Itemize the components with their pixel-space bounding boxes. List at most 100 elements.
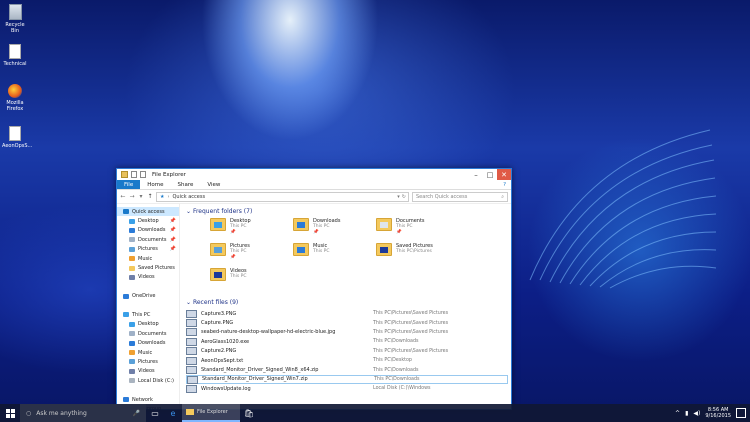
frequent-folder-item[interactable]: Documents This PC 📌	[376, 218, 425, 236]
file-name: Capture2.PNG	[201, 348, 237, 355]
refresh-icon[interactable]: ↻	[402, 194, 406, 200]
wallpaper-shell-decoration	[529, 129, 717, 289]
desktop-icon-label: Technical	[3, 61, 27, 67]
tab-view[interactable]: View	[200, 180, 227, 189]
content-pane: ⌄ Frequent folders (7) Desktop This PC 📌 Do…	[118, 204, 511, 409]
frequent-folder-item[interactable]: Desktop This PC 📌	[210, 218, 251, 236]
maximize-button[interactable]: □	[483, 169, 497, 180]
help-button[interactable]: ?	[498, 180, 511, 189]
file-name: Capture3.PNG	[201, 310, 237, 317]
recent-file-row[interactable]: Capture.PNG This PC\Pictures\Saved Pictur…	[186, 318, 508, 328]
minimize-button[interactable]: –	[469, 169, 483, 180]
file-name: Capture.PNG	[201, 320, 234, 327]
desktop-icon-label: AeonOpsS...	[2, 143, 33, 149]
desktop-icon-technical[interactable]: Technical	[2, 44, 28, 67]
folder-location: This PC\Pictures	[396, 249, 432, 254]
quick-access-toolbar	[117, 171, 146, 178]
recent-locations-icon[interactable]: ▾	[138, 193, 144, 200]
action-center-icon[interactable]	[736, 408, 746, 418]
recent-file-row[interactable]: seabed-nature-desktop-wallpaper-hd-elect…	[186, 328, 508, 337]
file-explorer-window[interactable]: File Explorer – □ ✕ File Home Share View…	[116, 168, 512, 412]
desktop-icon-recycle-bin[interactable]: Recycle Bin	[2, 4, 28, 34]
frequent-folders-header[interactable]: ⌄ Frequent folders (7)	[186, 208, 252, 215]
desktop-icon-label: Recycle Bin	[5, 22, 25, 34]
firefox-icon	[8, 84, 22, 98]
pin-icon: 📌	[313, 230, 319, 235]
tab-file[interactable]: File	[117, 180, 141, 189]
taskbar-app-label: File Explorer	[197, 409, 228, 415]
cortana-search-box[interactable]: ○ Ask me anything 🎤	[20, 404, 146, 422]
address-dropdown-icon[interactable]: ▾	[397, 194, 400, 200]
folder-location: This PC	[313, 249, 330, 254]
tab-home[interactable]: Home	[140, 180, 170, 189]
address-location: Quick access	[172, 193, 206, 200]
frequent-folder-item[interactable]: Pictures This PC 📌	[210, 243, 250, 261]
document-icon	[9, 126, 21, 141]
properties-icon[interactable]	[131, 171, 137, 178]
desktop-icon-firefox[interactable]: Mozilla Firefox	[2, 84, 28, 112]
recent-file-row[interactable]: Standard_Monitor_Driver_Signed_Win7.zip T…	[186, 374, 508, 385]
folder-icon	[293, 218, 309, 231]
recent-file-row[interactable]: Capture2.PNG This PC\Pictures\Saved Pictu…	[186, 347, 508, 356]
search-box[interactable]: Search Quick access ⌕	[412, 191, 508, 202]
address-separator-icon: ›	[167, 193, 170, 200]
frequent-folder-item[interactable]: Saved Pictures This PC\Pictures	[376, 243, 433, 256]
start-button[interactable]	[0, 404, 20, 422]
back-arrow-icon[interactable]: ←	[120, 193, 126, 200]
recent-file-row[interactable]: WindowsUpdate.log Local Disk (C:)\Windows	[186, 384, 508, 393]
folder-location: This PC	[230, 274, 247, 279]
system-tray: ^ ▮ ◀) 8:56 AM 9/16/2015	[675, 407, 750, 419]
search-icon: ⌕	[501, 193, 504, 200]
recent-file-row[interactable]: AeonOpsSept.txt This PC\Desktop	[186, 356, 508, 365]
file-name: WindowsUpdate.log	[201, 385, 251, 392]
file-icon	[186, 347, 197, 356]
forward-arrow-icon[interactable]: →	[129, 193, 135, 200]
tab-share[interactable]: Share	[170, 180, 200, 189]
folder-icon	[186, 409, 194, 415]
taskbar-file-explorer[interactable]: File Explorer	[182, 404, 240, 422]
clock[interactable]: 8:56 AM 9/16/2015	[705, 407, 731, 419]
file-path: This PC\Pictures\Saved Pictures	[373, 311, 449, 317]
file-icon	[186, 319, 197, 328]
desktop-icon-label: Mozilla Firefox	[6, 100, 24, 112]
file-path: This PC\Pictures\Saved Pictures	[373, 329, 449, 335]
volume-icon[interactable]: ◀)	[693, 410, 700, 417]
store-icon[interactable]: 🛍	[240, 404, 258, 422]
recent-files-header[interactable]: ⌄ Recent files (9)	[186, 299, 238, 306]
file-name: AeonOpsSept.txt	[201, 357, 244, 364]
file-icon	[186, 328, 197, 337]
file-icon	[186, 384, 197, 393]
ribbon-tabs: File Home Share View ?	[117, 180, 511, 190]
file-name: Standard_Monitor_Driver_Signed_Win8_x64.…	[201, 367, 319, 374]
address-bar[interactable]: ★ › Quick access ▾ ↻	[156, 191, 409, 202]
edge-icon[interactable]: e	[164, 404, 182, 422]
pin-icon: 📌	[230, 255, 236, 260]
recent-file-row[interactable]: AeroGlass1020.exe This PC\Downloads	[186, 337, 508, 346]
file-name: AeroGlass1020.exe	[201, 338, 250, 345]
recent-file-row[interactable]: Standard_Monitor_Driver_Signed_Win8_x64.…	[186, 365, 508, 375]
chevron-down-icon: ⌄	[186, 208, 193, 215]
new-folder-icon[interactable]	[140, 171, 146, 178]
frequent-folder-item[interactable]: Music This PC	[293, 243, 329, 256]
folder-icon	[376, 218, 392, 231]
document-icon	[9, 44, 21, 59]
recent-file-row[interactable]: Capture3.PNG This PC\Pictures\Saved Pictu…	[186, 309, 508, 318]
network-icon[interactable]: ▮	[685, 410, 688, 417]
show-hidden-icons-icon[interactable]: ^	[675, 410, 680, 417]
file-name: Standard_Monitor_Driver_Signed_Win7.zip	[202, 376, 308, 383]
chevron-down-icon: ⌄	[186, 299, 193, 306]
task-view-button[interactable]: ▭	[146, 404, 164, 422]
folder-icon	[210, 218, 226, 231]
search-icon: ○	[26, 409, 32, 417]
file-path: Local Disk (C:)\Windows	[373, 386, 431, 392]
desktop-icon-aeonops[interactable]: AeonOpsS...	[2, 126, 33, 149]
microphone-icon[interactable]: 🎤	[133, 410, 140, 417]
title-bar[interactable]: File Explorer – □ ✕	[117, 169, 511, 180]
pin-icon: 📌	[230, 230, 236, 235]
frequent-folder-item[interactable]: Downloads This PC 📌	[293, 218, 340, 236]
file-icon	[187, 375, 198, 384]
up-arrow-icon[interactable]: ↑	[147, 193, 153, 200]
close-button[interactable]: ✕	[497, 169, 511, 180]
frequent-folder-item[interactable]: Videos This PC	[210, 268, 247, 281]
folder-icon	[293, 243, 309, 256]
